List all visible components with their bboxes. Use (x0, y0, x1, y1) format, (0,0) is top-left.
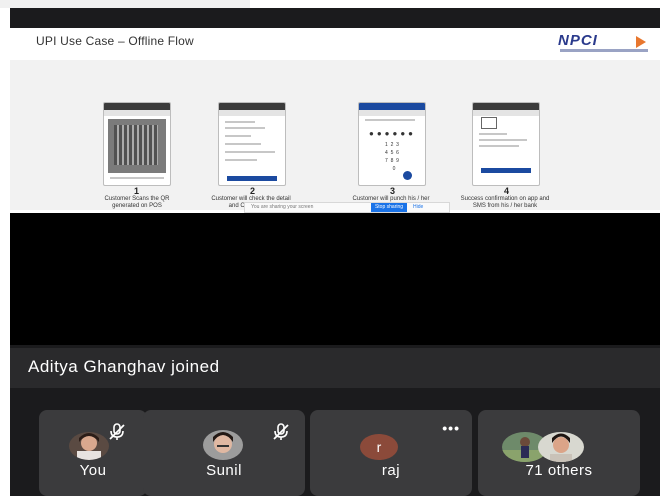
participant-tile-raj[interactable]: ••• r raj (310, 410, 472, 496)
step-number-1: 1 (134, 186, 140, 196)
participant-name: You (79, 462, 107, 479)
more-options-icon[interactable]: ••• (442, 420, 460, 436)
step-number-2: 2 (250, 186, 256, 196)
success-check-icon (481, 117, 497, 129)
presentation-letterbox (10, 213, 660, 345)
step-number-3: 3 (390, 186, 396, 196)
shared-slide: UPI Use Case – Offline Flow NPCI ●●●●●● … (10, 28, 660, 213)
npci-logo-subline (560, 49, 648, 52)
mic-off-icon (273, 423, 289, 440)
participant-tile-others[interactable]: 71 others (478, 410, 640, 496)
npci-logo-text: NPCI (558, 32, 598, 49)
phone-screen-pin-entry: ●●●●●● 1 2 34 5 67 8 9 0 (358, 102, 426, 186)
avatar (69, 432, 109, 460)
done-button-graphic (481, 168, 531, 173)
pin-dots: ●●●●●● (369, 129, 416, 138)
participant-tile-sunil[interactable]: Sunil (143, 410, 305, 496)
qr-pattern (114, 125, 158, 165)
participant-name: Sunil (206, 462, 242, 479)
join-notification: Aditya Ghanghav joined (10, 348, 660, 388)
avatar: r (360, 434, 398, 460)
mic-off-icon (109, 423, 125, 440)
phone-screen-send-money (218, 102, 286, 186)
pay-button-graphic (227, 176, 277, 181)
confirm-key-graphic (403, 171, 412, 180)
stop-sharing-button[interactable]: Stop sharing (371, 203, 407, 212)
npci-logo-arrow (636, 36, 646, 48)
slide-title: UPI Use Case – Offline Flow (36, 34, 194, 48)
participant-name: raj (381, 462, 401, 479)
step-caption-4: Success confirmation on app and SMS from… (460, 196, 550, 209)
screen-share-bar: You are sharing your screen Stop sharing… (244, 202, 450, 213)
top-strip (0, 0, 250, 8)
phone-screen-success (472, 102, 540, 186)
hide-share-bar-button[interactable]: Hide (413, 204, 423, 210)
step-number-4: 4 (504, 186, 510, 196)
join-notification-text: Aditya Ghanghav joined (28, 357, 220, 376)
keypad-graphic: 1 2 34 5 67 8 9 0 (385, 142, 399, 172)
npci-logo: NPCI (558, 32, 650, 54)
flow-band: ●●●●●● 1 2 34 5 67 8 9 0 1 Customer Scan… (10, 60, 660, 210)
avatar (203, 430, 243, 460)
phone-screen-scan-pay (103, 102, 171, 186)
meeting-screen: UPI Use Case – Offline Flow NPCI ●●●●●● … (10, 8, 660, 496)
step-caption-1: Customer Scans the QR generated on POS (104, 196, 170, 209)
avatar (538, 432, 584, 462)
participant-tile-you[interactable]: You (39, 410, 147, 496)
avatar-initial: r (376, 439, 382, 455)
share-message: You are sharing your screen (251, 204, 314, 210)
participant-name: 71 others (525, 462, 593, 479)
